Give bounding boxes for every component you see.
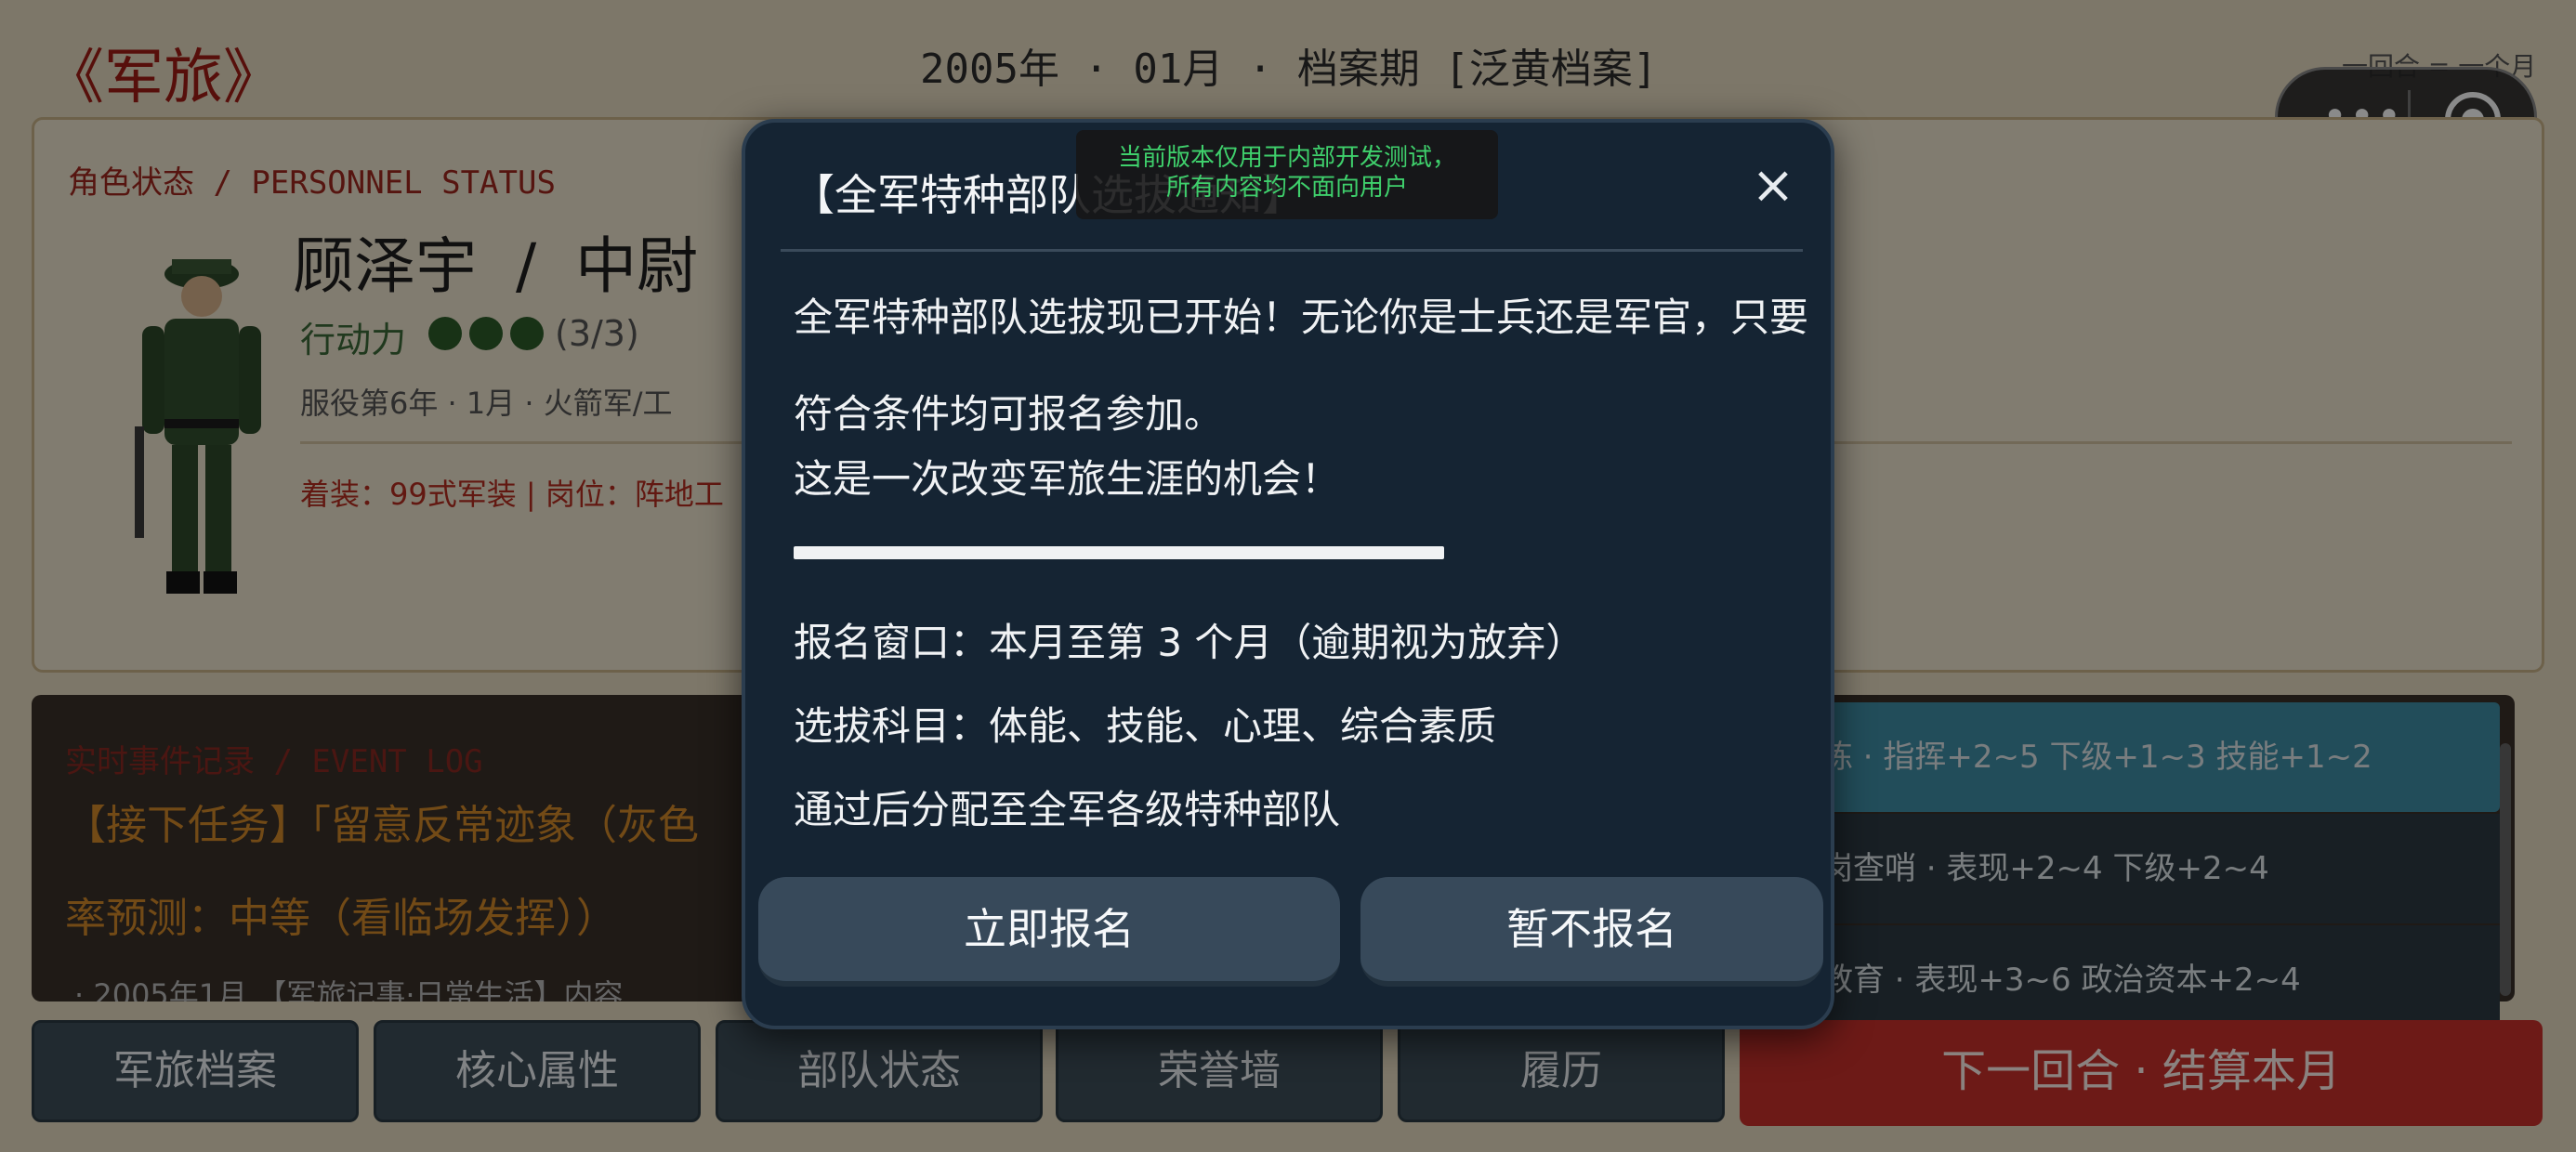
dev-tip-line: 当前版本仅用于内部开发测试， xyxy=(1117,144,1456,172)
dialog-body-line: 符合条件均可报名参加。 xyxy=(794,391,1224,437)
apply-now-button[interactable]: 立即报名 xyxy=(758,877,1340,987)
dev-test-toast: 当前版本仅用于内部开发测试， 所有内容均不面向用户 xyxy=(1076,130,1498,219)
dialog-divider xyxy=(781,249,1803,252)
selection-subjects: 选拔科目：体能、技能、心理、综合素质 xyxy=(794,703,1497,749)
dev-tip-line: 所有内容均不面向用户 xyxy=(1165,174,1408,202)
assignment-info: 通过后分配至全军各级特种部队 xyxy=(794,787,1341,832)
separator-bar xyxy=(794,546,1444,559)
dialog-body-line: 全军特种部队选拔现已开始！无论你是士兵还是军官，只要 xyxy=(794,295,1809,340)
registration-window: 报名窗口：本月至第 3 个月（逾期视为放弃） xyxy=(794,620,1585,665)
selection-notice-dialog: 【全军特种部队选拔通知】 × 全军特种部队选拔现已开始！无论你是士兵还是军官，只… xyxy=(742,119,1834,1029)
close-icon[interactable]: × xyxy=(1745,160,1801,216)
decline-button[interactable]: 暂不报名 xyxy=(1360,877,1823,987)
dialog-body-line: 这是一次改变军旅生涯的机会！ xyxy=(794,456,1341,502)
